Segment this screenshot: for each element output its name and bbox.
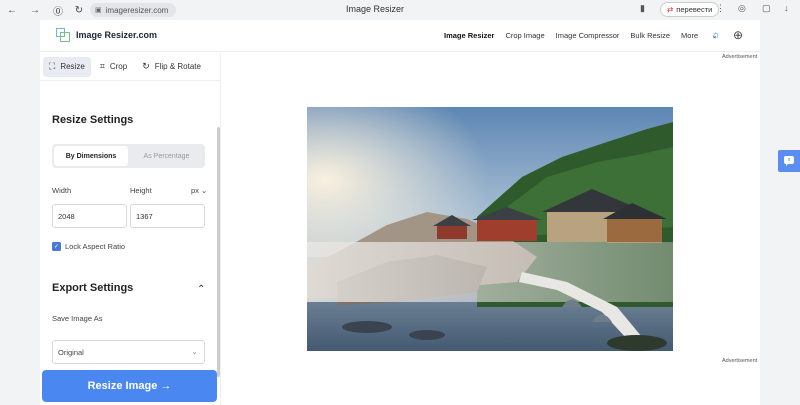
kebab-menu-icon[interactable]: ⋮ — [716, 3, 725, 14]
resize-image-button[interactable]: Resize Image → — [42, 370, 217, 402]
translate-icon: ⇄ — [667, 5, 674, 14]
unit-value: px — [191, 186, 199, 195]
resize-settings-title: Resize Settings — [52, 114, 134, 126]
chevron-down-icon: ⌄ — [191, 347, 198, 356]
browser-toolbar: ← → ⓪ ↻ ▣ imageresizer.com Image Resizer… — [0, 0, 800, 20]
nav-more[interactable]: More ⌄ — [681, 31, 728, 40]
nav-more-label: More — [681, 31, 699, 40]
ad-label-top: Advertisement — [722, 54, 758, 60]
download-icon[interactable]: ↓ — [784, 3, 789, 13]
settings-panel: ⛶ Resize ⌗ Crop ↻ Flip & Rotate Resize S… — [40, 53, 220, 405]
translate-button[interactable]: ⇄ перевести — [660, 2, 720, 17]
nav-image-resizer[interactable]: Image Resizer — [444, 31, 494, 40]
tab-crop-label: Crop — [109, 62, 128, 71]
tab-resize[interactable]: ⛶ Resize — [43, 56, 91, 77]
nav-crop-image[interactable]: Crop Image — [505, 31, 544, 40]
site-logo[interactable]: Image Resizer.com — [56, 28, 157, 42]
height-input[interactable]: 1367 — [130, 204, 205, 228]
tool-tabs: ⛶ Resize ⌗ Crop ↻ Flip & Rotate — [40, 53, 220, 81]
ad-label-bottom: Advertisement — [722, 358, 758, 364]
save-as-value: Original — [58, 347, 84, 357]
height-label: Height — [130, 186, 152, 195]
tab-resize-label: Resize — [60, 62, 85, 71]
reload-icon[interactable]: ↻ — [71, 2, 87, 18]
lock-aspect-ratio[interactable]: ✓ Lock Aspect Ratio — [52, 242, 125, 251]
width-input[interactable]: 2048 — [52, 204, 127, 228]
main-nav: Image Resizer Crop Image Image Compresso… — [444, 31, 740, 40]
extensions-globe-icon[interactable]: ◎ — [738, 3, 746, 14]
back-arrow-icon[interactable]: ← — [4, 2, 20, 18]
profile-icon[interactable]: ▢ — [762, 3, 771, 14]
unit-select[interactable]: px ⌄ — [191, 186, 207, 195]
tab-flip-rotate-label: Flip & Rotate — [154, 62, 201, 71]
translate-label: перевести — [676, 5, 713, 14]
export-settings-title: Export Settings — [52, 282, 134, 294]
chevron-up-icon[interactable]: ⌃ — [197, 284, 205, 295]
site-info-icon: ▣ — [95, 7, 102, 14]
checkbox-checked-icon[interactable]: ✓ — [52, 242, 61, 251]
feedback-button[interactable] — [778, 150, 800, 172]
tab-flip-rotate[interactable]: ↻ Flip & Rotate — [136, 57, 207, 77]
mode-as-percentage[interactable]: As Percentage — [128, 153, 205, 160]
chevron-down-icon: ⌄ — [201, 186, 208, 195]
tab-title: Image Resizer — [346, 4, 405, 14]
landscape-photo — [307, 107, 673, 351]
address-bar[interactable]: ▣ imageresizer.com — [90, 3, 176, 17]
forward-arrow-icon[interactable]: → — [27, 2, 43, 18]
crop-icon: ⌗ — [99, 61, 105, 71]
site-header: Image Resizer.com Image Resizer Crop Ima… — [40, 20, 760, 52]
theme-toggle-sun-icon[interactable]: ☼ — [711, 29, 721, 41]
resize-mode-toggle: By Dimensions As Percentage — [52, 144, 205, 168]
resize-icon: ⛶ — [49, 61, 56, 71]
mode-by-dimensions[interactable]: By Dimensions — [54, 146, 128, 166]
save-as-label: Save Image As — [52, 314, 103, 323]
tab-crop[interactable]: ⌗ Crop — [94, 57, 133, 77]
image-preview — [307, 107, 673, 351]
panel-divider — [220, 53, 221, 405]
url-text: imageresizer.com — [105, 5, 169, 15]
page: Image Resizer.com Image Resizer Crop Ima… — [40, 20, 760, 405]
width-label: Width — [52, 186, 72, 195]
save-as-select[interactable]: Original ⌄ — [52, 340, 205, 364]
language-globe-icon[interactable]: ⊕ — [733, 28, 743, 42]
lock-aspect-ratio-label: Lock Aspect Ratio — [65, 242, 126, 251]
feedback-chat-icon — [784, 156, 794, 166]
protect-icon[interactable]: ⓪ — [50, 2, 66, 18]
nav-bulk-resize[interactable]: Bulk Resize — [630, 31, 670, 40]
logo-icon — [56, 28, 70, 42]
rotate-icon: ↻ — [142, 61, 150, 71]
logo-text: Image Resizer.com — [76, 30, 158, 40]
bookmark-icon[interactable]: ▮ — [640, 3, 645, 14]
nav-image-compressor[interactable]: Image Compressor — [556, 31, 620, 40]
